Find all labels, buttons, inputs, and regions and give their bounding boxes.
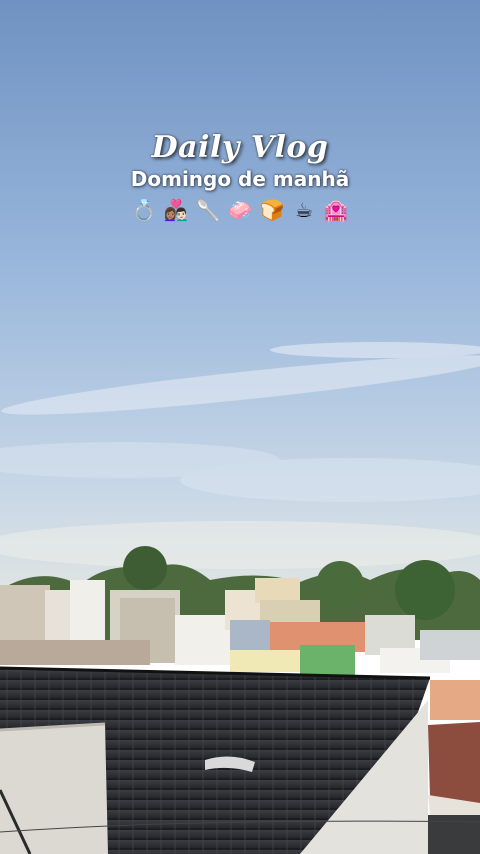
spoon-icon: 🥄: [195, 198, 221, 222]
ring-icon: 💍: [131, 198, 157, 222]
coffee-icon: ☕: [295, 198, 313, 222]
vlog-subtitle: Domingo de manhã: [130, 167, 350, 191]
couple-icon: 👩🏽‍❤️‍👨🏻: [163, 198, 189, 222]
vlog-title-overlay: Daily Vlog Domingo de manhã 💍 👩🏽‍❤️‍👨🏻 🥄…: [0, 130, 480, 223]
vlog-title: Daily Vlog: [151, 130, 329, 165]
emoji-row: 💍 👩🏽‍❤️‍👨🏻 🥄 🧼 🍞 ☕ 🏩: [0, 197, 480, 223]
bread-icon: 🍞: [259, 198, 285, 222]
love-hotel-icon: 🏩: [323, 198, 349, 222]
scene-background: [0, 0, 480, 854]
sky: [0, 0, 480, 600]
white-wall-left: [0, 724, 108, 854]
soap-icon: 🧼: [227, 198, 253, 222]
red-roof: [428, 722, 480, 805]
